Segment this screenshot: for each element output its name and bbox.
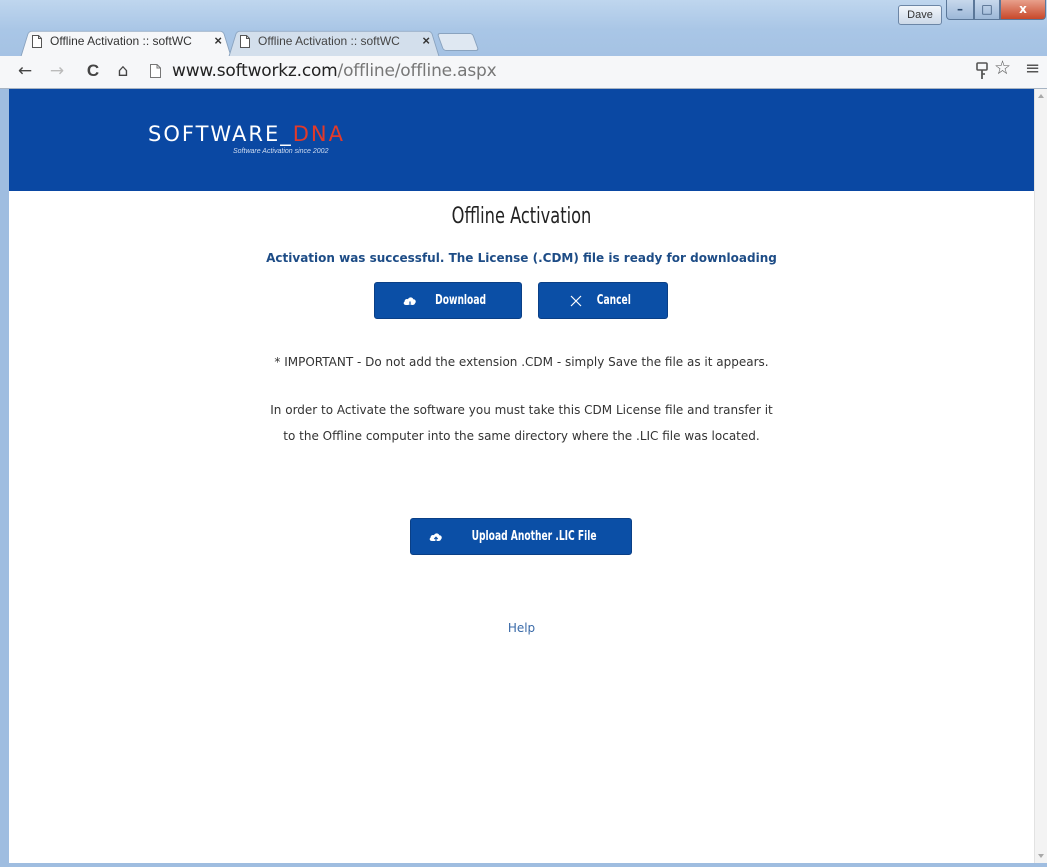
logo-main-text: SOFTWARE_	[148, 122, 293, 146]
browser-toolbar: ← → C ⌂ www.softworkz.com/offline/offlin…	[0, 56, 1047, 89]
back-icon[interactable]: ←	[14, 60, 36, 82]
tab-label: Offline Activation :: softWC	[50, 34, 192, 48]
forward-icon[interactable]: →	[46, 60, 68, 82]
tab-label: Offline Activation :: softWC	[258, 34, 400, 48]
logo-wordmark: SOFTWARE_DNA	[148, 122, 345, 146]
software-dna-logo[interactable]: SOFTWARE_DNA Software Activation since 2…	[148, 122, 345, 155]
help-link-row: Help	[9, 621, 1034, 635]
url-host: www.softworkz.com	[172, 61, 338, 81]
cloud-upload-icon	[429, 532, 442, 542]
profile-button[interactable]: Dave	[898, 5, 942, 25]
url-text: www.softworkz.com/offline/offline.aspx	[172, 61, 497, 81]
bookmark-star-icon[interactable]: ☆	[994, 57, 1011, 79]
instruction-line-2: to the Offline computer into the same di…	[283, 429, 760, 443]
cancel-button[interactable]: Cancel	[538, 282, 668, 319]
key-icon[interactable]	[976, 62, 988, 80]
tab-offline-activation-1[interactable]: Offline Activation :: softWC ×	[20, 28, 232, 58]
cancel-label: Cancel	[596, 293, 632, 308]
maximize-button[interactable]: □	[974, 0, 1000, 20]
close-icon	[570, 295, 582, 306]
site-header: SOFTWARE_DNA Software Activation since 2…	[9, 89, 1034, 191]
page-icon	[150, 64, 161, 78]
logo-tagline: Software Activation since 2002	[233, 148, 329, 155]
vertical-scrollbar[interactable]	[1034, 89, 1047, 863]
upload-label: Upload Another .LIC File	[471, 529, 597, 544]
new-tab-button[interactable]	[436, 33, 480, 51]
logo-dna-text: DNA	[292, 122, 345, 146]
download-label: Download	[435, 293, 487, 308]
scroll-down-icon[interactable]	[1038, 854, 1044, 858]
home-icon[interactable]: ⌂	[112, 60, 134, 82]
instruction-line-1: In order to Activate the software you mu…	[270, 403, 773, 417]
menu-icon[interactable]: ≡	[1025, 58, 1040, 79]
close-window-button[interactable]: x	[1000, 0, 1046, 20]
address-bar[interactable]: www.softworkz.com/offline/offline.aspx	[144, 58, 969, 84]
tab-close-icon[interactable]: ×	[214, 28, 222, 54]
success-message: Activation was successful. The License (…	[266, 251, 777, 265]
cloud-download-icon	[404, 296, 417, 307]
reload-icon[interactable]: C	[82, 60, 104, 82]
tab-close-icon[interactable]: ×	[422, 28, 430, 54]
important-note: * IMPORTANT - Do not add the extension .…	[274, 355, 769, 369]
browser-window: Offline Activation :: softWC × Offline A…	[0, 0, 1047, 867]
page-icon	[240, 35, 250, 48]
page-title: Offline Activation	[451, 204, 592, 229]
help-link[interactable]: Help	[508, 621, 535, 635]
scroll-up-icon[interactable]	[1038, 94, 1044, 98]
download-button[interactable]: Download	[374, 282, 522, 319]
url-path: /offline/offline.aspx	[337, 61, 497, 81]
upload-another-lic-button[interactable]: Upload Another .LIC File	[410, 518, 632, 555]
minimize-button[interactable]: –	[946, 0, 974, 20]
tab-offline-activation-2[interactable]: Offline Activation :: softWC ×	[228, 28, 440, 58]
page-viewport: SOFTWARE_DNA Software Activation since 2…	[9, 89, 1038, 863]
page-icon	[32, 35, 42, 48]
